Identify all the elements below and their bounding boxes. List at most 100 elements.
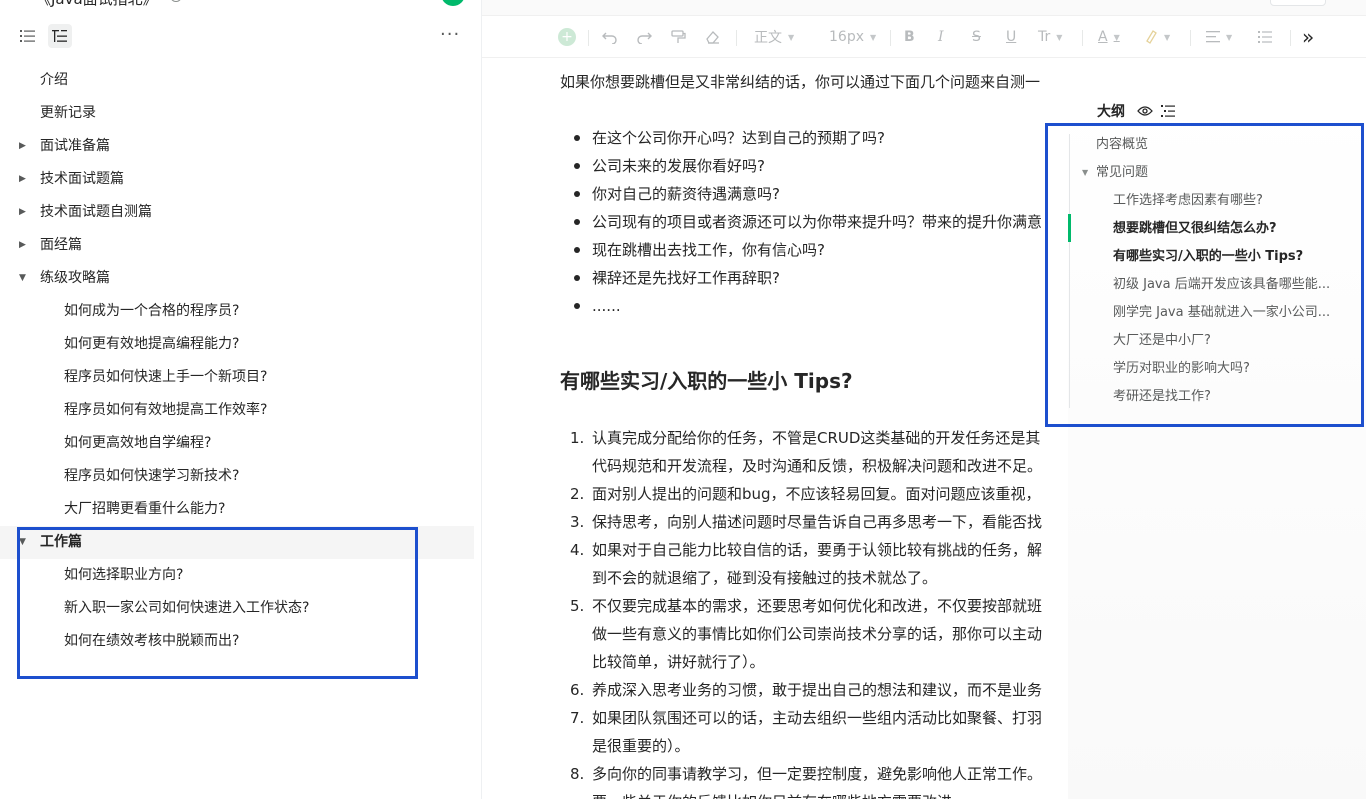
list-number: 3.	[570, 513, 585, 531]
caret-down-icon[interactable]: ▼	[19, 526, 26, 559]
info-icon[interactable]	[170, 0, 182, 2]
caret-right-icon[interactable]: ▶	[19, 229, 26, 262]
clear-format-icon[interactable]	[704, 27, 720, 47]
bullet-item: 公司未来的发展你看好吗?	[592, 157, 765, 175]
outline-active-indicator	[1068, 214, 1071, 242]
eye-icon[interactable]	[1137, 105, 1153, 117]
numbered-item-line: 养成深入思考业务的习惯，敢于提出自己的想法和建议，而不是业务	[592, 681, 1043, 699]
bullet-item: 你对自己的薪资待遇满意吗?	[592, 185, 780, 203]
outline-header: 大纲	[1097, 100, 1183, 122]
sidebar-item[interactable]: 程序员如何有效地提高工作效率?	[0, 394, 482, 427]
sidebar-item[interactable]: ▶ 面经篇	[0, 229, 482, 262]
caret-down-icon[interactable]: ▼	[19, 262, 26, 295]
outline-levels-icon[interactable]	[1161, 104, 1175, 118]
bullet-item: 现在跳槽出去找工作，你有信心吗?	[592, 241, 825, 259]
bullet-item: 在这个公司你开心吗？达到自己的预期了吗?	[592, 129, 885, 147]
tree-view-icon[interactable]	[48, 24, 72, 48]
top-header-strip	[482, 0, 1366, 16]
sidebar-item[interactable]: 新入职一家公司如何快速进入工作状态?	[0, 592, 482, 625]
sidebar-item[interactable]: 如何更有效地提高编程能力?	[0, 328, 482, 361]
sidebar-item[interactable]: 大厂招聘更看重什么能力?	[0, 493, 482, 526]
sidebar-item-label: 技术面试题篇	[40, 171, 124, 187]
outline-item[interactable]: ▼ 常见问题	[1082, 159, 1352, 187]
highlight-icon[interactable]: ▼	[1144, 27, 1170, 47]
sidebar-item[interactable]: 如何成为一个合格的程序员?	[0, 295, 482, 328]
sidebar-item[interactable]: 如何在绩效考核中脱颖而出?	[0, 625, 482, 658]
format-painter-icon[interactable]	[670, 27, 686, 47]
font-size-select[interactable]: 16px ▼	[829, 27, 876, 47]
caret-right-icon[interactable]: ▶	[19, 130, 26, 163]
sidebar-item[interactable]: 更新记录	[0, 97, 482, 130]
sidebar-item[interactable]: 程序员如何快速学习新技术?	[0, 460, 482, 493]
sidebar-item[interactable]: ▶ 技术面试题篇	[0, 163, 482, 196]
sidebar-title-row: ‹ 《Java面试指北》 +	[0, 0, 482, 10]
sidebar-item-label: 程序员如何有效地提高工作效率?	[64, 402, 268, 418]
numbered-item-line: 面对别人提出的问题和bug，不应该轻易回复。面对问题应该重视，	[592, 485, 1041, 503]
numbered-item-line: 到不会的就退缩了，碰到没有接触过的技术就怂了。	[592, 569, 938, 587]
outline-item[interactable]: 初级 Java 后端开发应该具备哪些能...	[1082, 271, 1352, 299]
sidebar-item[interactable]: ▼ 工作篇	[0, 526, 474, 559]
sidebar-item[interactable]: 介绍	[0, 64, 482, 97]
list-number: 5.	[570, 597, 585, 615]
font-color-icon[interactable]: A ▼	[1098, 27, 1120, 47]
back-icon[interactable]: ‹	[16, 0, 22, 4]
paragraph-style-select[interactable]: 正文 ▼	[754, 27, 794, 47]
italic-icon[interactable]: I	[938, 27, 944, 47]
sidebar-item-label: 面经篇	[40, 237, 82, 253]
sidebar-item[interactable]: 程序员如何快速上手一个新项目?	[0, 361, 482, 394]
more-icon[interactable]: ···	[440, 24, 460, 45]
sidebar-item[interactable]: ▶ 技术面试题自测篇	[0, 196, 482, 229]
header-button[interactable]	[1270, 0, 1326, 6]
bold-icon[interactable]: B	[904, 27, 915, 47]
list-number: 4.	[570, 541, 585, 559]
sidebar-item[interactable]: ▶ 面试准备篇	[0, 130, 482, 163]
outline-item[interactable]: 工作选择考虑因素有哪些?	[1082, 187, 1352, 215]
sidebar-item[interactable]: 如何选择职业方向?	[0, 559, 482, 592]
bullet-dot	[574, 303, 580, 309]
chevron-down-icon: ▼	[1056, 32, 1063, 42]
insert-icon[interactable]: +	[558, 28, 576, 46]
outline-item[interactable]: 考研还是找工作?	[1082, 383, 1352, 411]
outline-item-label: 有哪些实习/入职的一些小 Tips?	[1113, 249, 1304, 264]
align-icon[interactable]: ▼	[1206, 27, 1232, 47]
outline-item[interactable]: 大厂还是中小厂?	[1082, 327, 1352, 355]
sidebar-item-label: 如何在绩效考核中脱颖而出?	[64, 633, 240, 649]
toolbar-divider	[736, 30, 737, 46]
strikethrough-icon[interactable]: S	[972, 27, 981, 47]
book-title[interactable]: 《Java面试指北》	[36, 0, 158, 9]
caret-down-icon[interactable]: ▼	[1082, 159, 1088, 187]
outline-item[interactable]: 学历对职业的影响大吗?	[1082, 355, 1352, 383]
sidebar-item-label: 面试准备篇	[40, 138, 110, 154]
new-doc-button[interactable]: +	[441, 0, 465, 6]
toolbar-divider	[1290, 30, 1291, 46]
bullet-list-icon[interactable]	[1258, 27, 1272, 47]
underline-icon[interactable]: U	[1006, 27, 1016, 47]
outline-list: 内容概览 ▼ 常见问题 工作选择考虑因素有哪些? 想要跳槽但又很纠结怎么办? 有哪些实习/…	[1082, 131, 1352, 411]
bullet-dot	[574, 247, 580, 253]
paragraph-style-label: 正文	[754, 30, 782, 46]
outline-item-label: 初级 Java 后端开发应该具备哪些能...	[1113, 277, 1331, 292]
list-number: 8.	[570, 765, 585, 783]
undo-icon[interactable]	[602, 27, 618, 47]
numbered-item-line: 代码规范和开发流程，及时沟通和反馈，积极解决问题和改进不足。	[592, 457, 1043, 475]
sidebar-item-label: 更新记录	[40, 105, 96, 121]
outline-item[interactable]: 有哪些实习/入职的一些小 Tips?	[1082, 243, 1352, 271]
more-text-format-icon[interactable]: Tr ▼	[1038, 27, 1062, 47]
sidebar-item[interactable]: ▼ 练级攻略篇	[0, 262, 482, 295]
caret-right-icon[interactable]: ▶	[19, 163, 26, 196]
expand-toolbar-icon[interactable]: »	[1302, 25, 1314, 49]
outline-item[interactable]: 内容概览	[1082, 131, 1352, 159]
outline-item[interactable]: 刚学完 Java 基础就进入一家小公司...	[1082, 299, 1352, 327]
redo-icon[interactable]	[636, 27, 652, 47]
outline-item[interactable]: 想要跳槽但又很纠结怎么办?	[1082, 215, 1352, 243]
sidebar-item[interactable]: 如何更高效地自学编程?	[0, 427, 482, 460]
toolbar-divider	[1190, 30, 1191, 46]
caret-right-icon[interactable]: ▶	[19, 196, 26, 229]
sidebar-item-label: 技术面试题自测篇	[40, 204, 152, 220]
outline-title: 大纲	[1097, 104, 1125, 120]
bullet-dot	[574, 191, 580, 197]
outline-item-label: 大厂还是中小厂?	[1113, 333, 1211, 348]
font-size-label: 16px	[829, 29, 864, 45]
sidebar-item-label: 如何成为一个合格的程序员?	[64, 303, 240, 319]
list-view-icon[interactable]	[16, 24, 40, 48]
